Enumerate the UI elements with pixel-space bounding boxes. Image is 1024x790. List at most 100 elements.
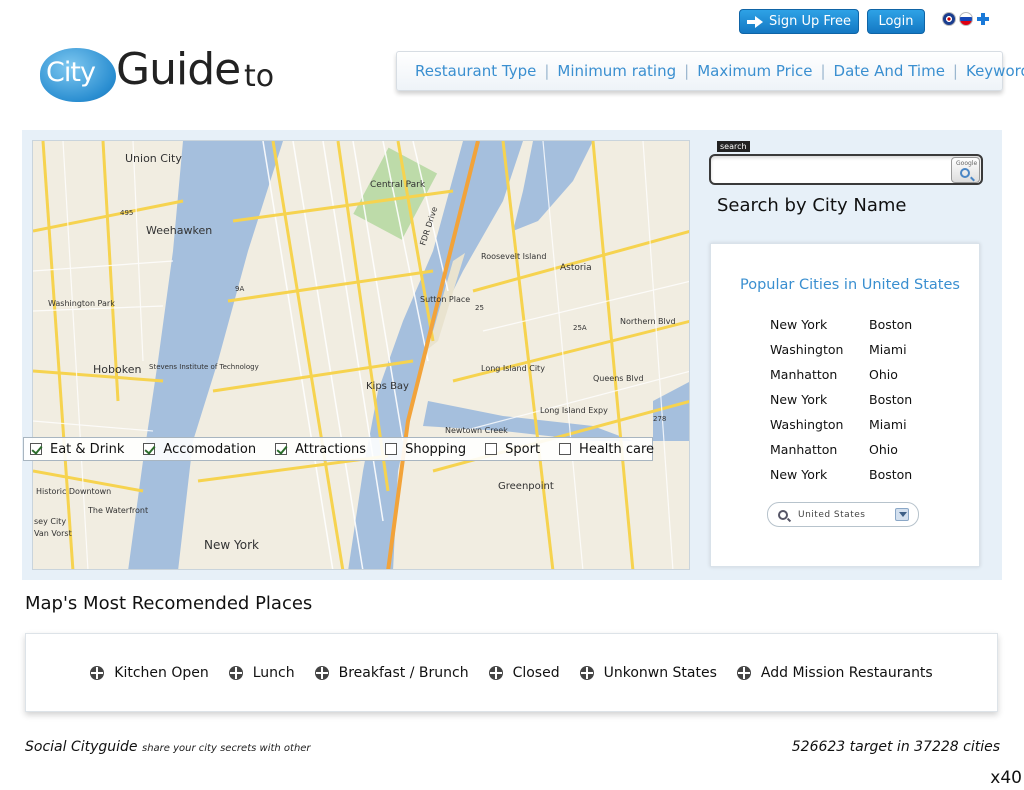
footer-stats: 526623 target in 37228 cities	[791, 739, 1000, 755]
legend-add-mission-restaurants[interactable]: Add Mission Restaurants	[736, 665, 933, 681]
chevron-down-icon[interactable]	[895, 508, 909, 521]
city-link[interactable]: Ohio	[869, 367, 912, 392]
filter-date-and-time[interactable]: Date And Time	[834, 62, 945, 80]
label-newtown-creek: Newtown Creek	[445, 426, 508, 435]
label-union-city: Union City	[125, 152, 182, 165]
checkbox-unchecked[interactable]	[559, 443, 572, 455]
filter-bar: Restaurant Type | Minimum rating | Maxim…	[396, 51, 1024, 91]
city-link[interactable]: Boston	[869, 392, 912, 417]
checkbox-checked[interactable]	[143, 443, 156, 455]
checkbox-checked[interactable]	[275, 443, 288, 455]
filter-minimum-rating[interactable]: Minimum rating	[557, 62, 676, 80]
checkbox-unchecked[interactable]	[485, 443, 498, 455]
country-select-value: United States	[798, 509, 866, 520]
finland-flag-icon[interactable]	[976, 12, 990, 26]
category-shopping[interactable]: Shopping	[385, 442, 466, 457]
label-the-waterfront: The Waterfront	[87, 506, 148, 515]
filter-restaurant-type[interactable]: Restaurant Type	[415, 62, 536, 80]
footer-brand-name: Social Cityguide	[25, 739, 138, 755]
legend-label: Unkonwn States	[603, 664, 717, 681]
filter-separator: |	[684, 62, 690, 80]
city-link[interactable]: New York	[770, 467, 843, 492]
logo-to-text: to	[244, 59, 275, 94]
city-search-input[interactable]: Google	[709, 154, 983, 185]
category-label: Shopping	[405, 441, 467, 457]
google-label: Google	[956, 160, 978, 167]
legend-closed[interactable]: Closed	[488, 664, 560, 681]
category-health-care[interactable]: Health care	[559, 442, 654, 457]
label-long-island-expy: Long Island Expy	[540, 406, 608, 415]
city-link[interactable]: Boston	[869, 317, 912, 342]
label-sutton-place: Sutton Place	[420, 295, 470, 304]
label-hoboken: Hoboken	[93, 363, 141, 376]
label-route-278: 278	[653, 415, 666, 423]
cross-marker-icon	[736, 665, 751, 680]
label-weehawken: Weehawken	[146, 224, 212, 237]
label-greenpoint: Greenpoint	[498, 481, 554, 492]
city-link[interactable]: Manhatton	[770, 442, 843, 467]
legend-label: Kitchen Open	[114, 664, 209, 681]
city-link[interactable]: Manhatton	[770, 367, 843, 392]
city-link[interactable]: Boston	[869, 467, 912, 492]
category-sport[interactable]: Sport	[485, 442, 540, 457]
zoom-level: x40	[990, 768, 1022, 788]
category-label: Sport	[505, 441, 541, 457]
arrow-right-icon	[747, 15, 763, 28]
checkbox-checked[interactable]	[30, 443, 42, 455]
city-link[interactable]: New York	[770, 392, 843, 417]
city-map[interactable]: Union City Weehawken Washington Park Hob…	[32, 140, 690, 570]
label-route-25a: 25A	[573, 324, 587, 332]
label-queens-blvd: Queens Blvd	[593, 374, 644, 383]
city-link[interactable]: Ohio	[869, 442, 912, 467]
category-eat-drink[interactable]: Eat & Drink	[30, 442, 124, 457]
label-van-vorst: Van Vorst	[34, 529, 72, 538]
label-route-9a: 9A	[235, 285, 244, 293]
filter-maximum-price[interactable]: Maximum Price	[697, 62, 812, 80]
label-astoria: Astoria	[560, 263, 592, 273]
signup-button[interactable]: Sign Up Free	[739, 9, 859, 34]
checkbox-unchecked[interactable]	[385, 443, 398, 455]
logo-city-text: City	[46, 57, 96, 88]
city-link[interactable]: Miami	[869, 417, 912, 442]
city-link[interactable]: Washington	[770, 342, 843, 367]
search-icon	[778, 509, 788, 520]
cross-marker-icon	[228, 665, 243, 680]
filter-keyword[interactable]: Keyword	[966, 62, 1024, 80]
login-label: Login	[878, 14, 914, 29]
label-new-york: New York	[204, 538, 259, 552]
russia-flag-icon[interactable]	[959, 12, 973, 26]
popular-cities-panel: Popular Cities in United States New York…	[710, 243, 980, 567]
legend-lunch[interactable]: Lunch	[228, 664, 295, 681]
uk-flag-icon[interactable]	[942, 12, 956, 26]
login-button[interactable]: Login	[867, 9, 925, 34]
signup-label: Sign Up Free	[769, 14, 851, 29]
city-column-1: New York Washington Manhatton New York W…	[770, 317, 843, 492]
category-attractions[interactable]: Attractions	[275, 442, 366, 457]
legend-kitchen-open[interactable]: Kitchen Open	[90, 664, 209, 681]
logo[interactable]: City Guide to	[40, 44, 290, 104]
city-link[interactable]: New York	[770, 317, 843, 342]
legend-breakfast-brunch[interactable]: Breakfast / Brunch	[314, 665, 469, 681]
country-select[interactable]: United States	[767, 502, 919, 527]
footer-brand: Social Cityguide share your city secrets…	[25, 739, 311, 755]
recommended-section-title: Map's Most Recomended Places	[25, 593, 313, 614]
filter-separator: |	[820, 62, 826, 80]
category-label: Attractions	[295, 441, 367, 457]
cross-marker-icon	[90, 665, 105, 680]
map-canvas: Union City Weehawken Washington Park Hob…	[33, 141, 689, 569]
search-tag: search	[717, 141, 750, 152]
cross-marker-icon	[314, 665, 329, 680]
cross-marker-icon	[579, 665, 594, 680]
city-column-2: Boston Miami Ohio Boston Miami Ohio Bost…	[869, 317, 912, 492]
label-long-island-city: Long Island City	[481, 364, 545, 373]
category-accomodation[interactable]: Accomodation	[143, 442, 256, 457]
legend-unknown-states[interactable]: Unkonwn States	[579, 664, 717, 681]
top-actions: Sign Up Free Login	[739, 9, 925, 34]
cross-marker-icon	[488, 665, 503, 680]
category-label: Health care	[579, 441, 655, 457]
google-search-button[interactable]: Google	[951, 157, 980, 183]
city-link[interactable]: Miami	[869, 342, 912, 367]
city-link[interactable]: Washington	[770, 417, 843, 442]
legend-label: Lunch	[252, 664, 295, 681]
legend-label: Closed	[512, 664, 560, 681]
